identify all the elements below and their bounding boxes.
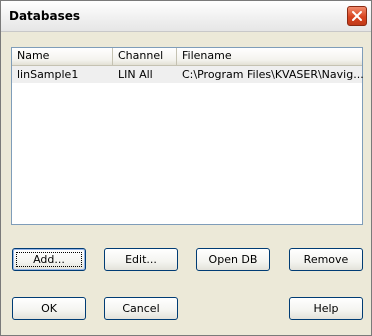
remove-button-label: Remove [303,253,349,266]
remove-button[interactable]: Remove [289,248,363,271]
title-bar[interactable]: Databases [1,1,371,32]
databases-dialog: Databases Name Channel Filename linSampl… [0,0,372,336]
add-button[interactable]: Add... [12,248,86,271]
open-db-button[interactable]: Open DB [196,248,270,271]
column-header-channel[interactable]: Channel [113,48,177,65]
help-button-label: Help [313,302,339,315]
close-icon [352,11,362,21]
open-db-button-label: Open DB [208,253,258,266]
help-button[interactable]: Help [289,297,363,320]
row-name: linSample1 [17,68,79,81]
cancel-button-label: Cancel [122,302,160,315]
column-header-filename[interactable]: Filename [177,48,362,65]
focus-rect [16,252,82,267]
column-header-name[interactable]: Name [12,48,113,65]
close-button[interactable] [347,6,367,26]
list-header: Name Channel Filename [12,48,362,66]
list-row[interactable]: linSample1 LIN All C:\Program Files\KVAS… [12,66,364,83]
database-list[interactable]: Name Channel Filename linSample1 LIN All… [11,47,364,225]
cancel-button[interactable]: Cancel [104,297,178,320]
edit-button[interactable]: Edit... [104,248,178,271]
ok-button-label: OK [41,302,57,315]
ok-button[interactable]: OK [12,297,86,320]
row-channel: LIN All [118,68,153,81]
row-filename: C:\Program Files\KVASER\Navig... [182,68,364,81]
window-title: Databases [9,9,81,23]
edit-button-label: Edit... [125,253,157,266]
